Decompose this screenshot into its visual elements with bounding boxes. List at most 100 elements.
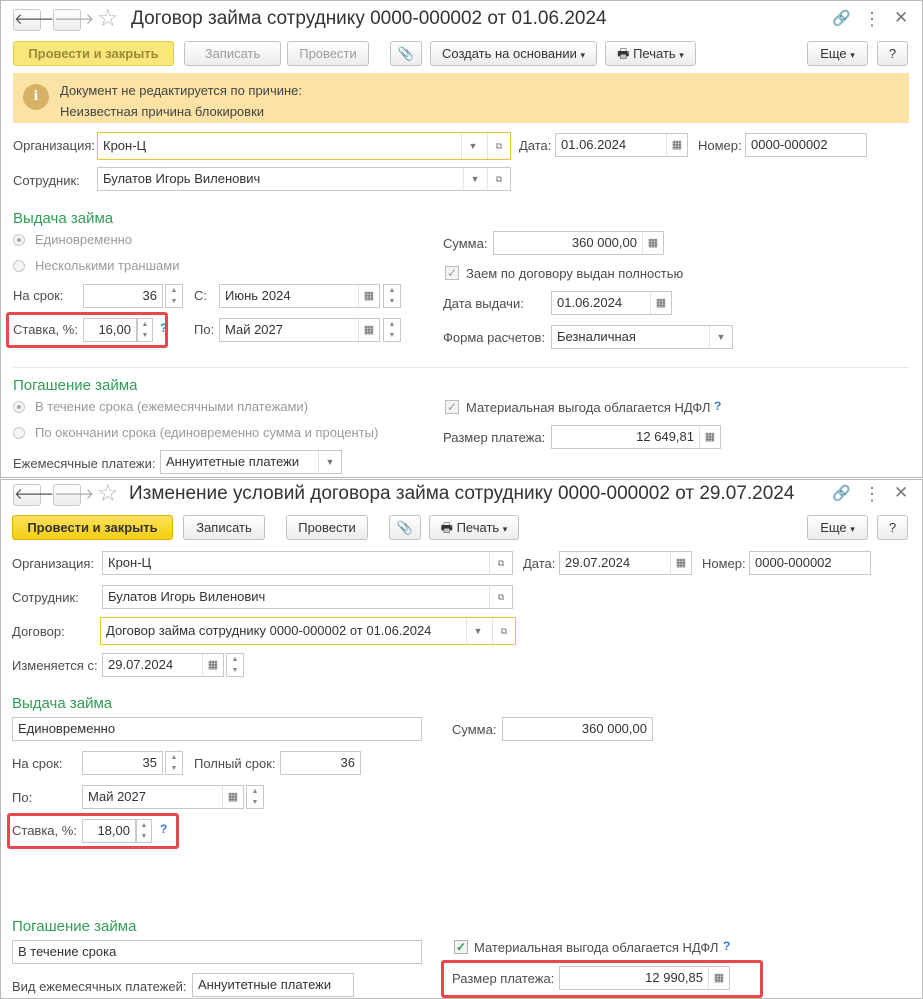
more-vertical-icon[interactable]: ⋮ <box>863 485 881 503</box>
employee-field[interactable]: Булатов Игорь Виленович ▼ ⧉ <box>97 167 511 191</box>
calendar-icon[interactable]: ▦ <box>358 319 379 341</box>
chevron-down-icon: ▾ <box>850 50 855 60</box>
chevron-down-icon[interactable]: ▼ <box>318 451 341 473</box>
open-icon[interactable]: ⧉ <box>487 133 510 159</box>
print-button[interactable]: 🖶 Печать ▾ <box>605 41 696 66</box>
more-button[interactable]: Еще ▾ <box>807 515 868 540</box>
favorite-star-icon[interactable]: ☆ <box>97 7 119 31</box>
number-field[interactable]: 0000-000002 <box>745 133 867 157</box>
close-icon[interactable]: ✕ <box>894 484 908 502</box>
repay-kind-field[interactable]: В течение срока <box>12 940 422 964</box>
sum-label: Сумма: <box>452 722 497 737</box>
from-field[interactable]: Июнь 2024 ▦ <box>219 284 380 308</box>
changed-from-label: Изменяется с: <box>12 658 98 673</box>
forward-button[interactable]: 🡒 <box>53 9 94 31</box>
back-button[interactable]: 🡐 <box>13 484 54 506</box>
to-field[interactable]: Май 2027 ▦ <box>219 318 380 342</box>
calendar-icon[interactable]: ▦ <box>358 285 379 307</box>
date-field[interactable]: 01.06.2024 ▦ <box>555 133 688 157</box>
to-stepper[interactable]: ▲ ▼ <box>383 318 401 342</box>
close-icon[interactable]: ✕ <box>894 9 908 27</box>
full-term-field[interactable]: 36 <box>280 751 361 775</box>
more-vertical-icon[interactable]: ⋮ <box>863 10 881 28</box>
term-stepper[interactable]: ▲ ▼ <box>165 284 183 308</box>
forward-button[interactable]: 🡒 <box>53 484 94 506</box>
calendar-icon[interactable]: ▦ <box>670 552 691 574</box>
sum-field[interactable]: 360 000,00 <box>502 717 653 741</box>
date-label: Дата: <box>519 138 552 153</box>
radio-tranches[interactable] <box>13 260 25 272</box>
save-button[interactable]: Записать <box>183 515 265 540</box>
change-terms-window: 🡐 🡒 ☆ Изменение условий договора займа с… <box>0 479 923 999</box>
radio-end[interactable] <box>13 427 25 439</box>
radio-monthly[interactable] <box>13 401 25 413</box>
number-field[interactable]: 0000-000002 <box>749 551 871 575</box>
from-stepper[interactable]: ▲ ▼ <box>383 284 401 308</box>
chevron-down-icon[interactable]: ▼ <box>463 168 486 190</box>
attach-button[interactable]: 📎 <box>389 515 421 540</box>
chevron-down-icon[interactable]: ▼ <box>461 133 484 159</box>
create-based-on-button[interactable]: Создать на основании ▾ <box>430 41 597 66</box>
save-button[interactable]: Записать <box>184 41 281 66</box>
term-stepper[interactable]: ▲ ▼ <box>165 751 183 775</box>
date-field[interactable]: 29.07.2024 ▦ <box>559 551 692 575</box>
post-button[interactable]: Провести <box>286 515 368 540</box>
ndfl-checkbox[interactable]: ✓ <box>454 940 468 954</box>
calculator-icon[interactable]: ▦ <box>642 232 663 254</box>
monthly-value: Аннуитетные платежи <box>166 454 300 469</box>
back-button[interactable]: 🡐 <box>13 9 54 31</box>
fully-issued-checkbox[interactable]: ✓ <box>445 266 459 280</box>
ndfl-help-icon[interactable]: ? <box>723 939 730 953</box>
to-value: Май 2027 <box>225 322 283 337</box>
open-icon[interactable]: ⧉ <box>489 586 512 608</box>
calendar-icon[interactable]: ▦ <box>666 134 687 156</box>
to-field[interactable]: Май 2027 ▦ <box>82 785 244 809</box>
open-icon[interactable]: ⧉ <box>487 168 510 190</box>
calendar-icon[interactable]: ▦ <box>650 292 671 314</box>
post-and-close-button[interactable]: Провести и закрыть <box>12 515 173 540</box>
calendar-icon[interactable]: ▦ <box>202 654 223 676</box>
link-icon[interactable]: 🔗 <box>832 485 851 503</box>
issue-date-value: 01.06.2024 <box>557 295 623 310</box>
calculator-icon[interactable]: ▦ <box>699 426 720 448</box>
payment-form-select[interactable]: Безналичная ▼ <box>551 325 733 349</box>
term-field[interactable]: 36 <box>83 284 163 308</box>
changed-from-stepper[interactable]: ▲ ▼ <box>226 653 244 677</box>
ndfl-help-icon[interactable]: ? <box>714 399 721 413</box>
issue-date-field[interactable]: 01.06.2024 ▦ <box>551 291 672 315</box>
monthly-label: Вид ежемесячных платежей: <box>12 979 187 994</box>
chevron-down-icon[interactable]: ▼ <box>466 618 489 644</box>
help-button[interactable]: ? <box>877 41 908 66</box>
changed-from-field[interactable]: 29.07.2024 ▦ <box>102 653 224 677</box>
payment-size-field[interactable]: 12 649,81 ▦ <box>551 425 721 449</box>
chevron-down-icon[interactable]: ▼ <box>709 326 732 348</box>
print-label: Печать <box>456 520 500 535</box>
contract-field[interactable]: Договор займа сотруднику 0000-000002 от … <box>100 617 516 645</box>
open-icon[interactable]: ⧉ <box>489 552 512 574</box>
term-label: На срок: <box>12 756 63 771</box>
organization-field[interactable]: Крон-Ц ⧉ <box>102 551 513 575</box>
organization-field[interactable]: Крон-Ц ▼ ⧉ <box>97 132 511 160</box>
monthly-select[interactable]: Аннуитетные платежи ▼ <box>160 450 342 474</box>
post-and-close-button[interactable]: Провести и закрыть <box>13 41 174 66</box>
print-button[interactable]: 🖶 Печать ▾ <box>429 515 519 540</box>
monthly-field[interactable]: Аннуитетные платежи <box>192 973 354 997</box>
issue-kind-field[interactable]: Единовременно <box>12 717 422 741</box>
more-button[interactable]: Еще ▾ <box>807 41 868 66</box>
calendar-icon[interactable]: ▦ <box>222 786 243 808</box>
favorite-star-icon[interactable]: ☆ <box>97 482 119 506</box>
radio-once[interactable] <box>13 234 25 246</box>
open-icon[interactable]: ⧉ <box>492 618 515 644</box>
payment-form-value: Безналичная <box>557 329 636 344</box>
attach-button[interactable]: 📎 <box>390 41 422 66</box>
help-button[interactable]: ? <box>877 515 908 540</box>
employee-field[interactable]: Булатов Игорь Виленович ⧉ <box>102 585 513 609</box>
link-icon[interactable]: 🔗 <box>832 10 851 28</box>
ndfl-checkbox[interactable]: ✓ <box>445 400 459 414</box>
window-title: Изменение условий договора займа сотрудн… <box>129 483 795 504</box>
from-value: Июнь 2024 <box>225 288 291 303</box>
term-field[interactable]: 35 <box>82 751 163 775</box>
post-button[interactable]: Провести <box>287 41 369 66</box>
to-stepper[interactable]: ▲ ▼ <box>246 785 264 809</box>
sum-field[interactable]: 360 000,00 ▦ <box>493 231 664 255</box>
